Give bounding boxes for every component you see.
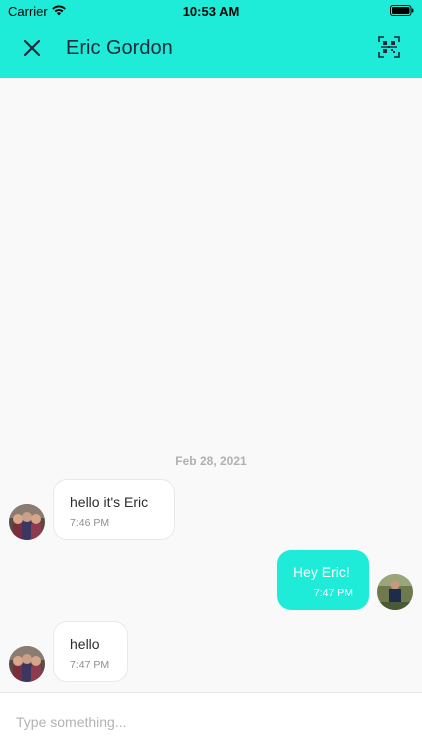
status-bar: Carrier 10:53 AM bbox=[0, 0, 422, 22]
battery-icon bbox=[390, 5, 414, 16]
close-button[interactable] bbox=[20, 36, 44, 60]
qr-code-scan-icon bbox=[378, 36, 400, 58]
message-time: 7:47 PM bbox=[313, 587, 353, 599]
message-text: hello it's Eric bbox=[70, 494, 149, 510]
avatar-image bbox=[9, 504, 45, 540]
message-text: Hey Eric! bbox=[293, 564, 350, 580]
close-icon bbox=[23, 39, 41, 57]
message-text: hello bbox=[70, 636, 100, 652]
message-time: 7:47 PM bbox=[70, 659, 110, 671]
message-input[interactable] bbox=[16, 709, 406, 735]
date-separator: Feb 28, 2021 bbox=[175, 454, 247, 468]
message-composer bbox=[0, 692, 422, 750]
status-time: 10:53 AM bbox=[182, 4, 240, 19]
avatar[interactable] bbox=[377, 574, 413, 610]
message-bubble-outgoing[interactable]: Hey Eric! 7:47 PM bbox=[277, 550, 369, 610]
avatar[interactable] bbox=[9, 504, 45, 540]
message-bubble-incoming[interactable]: hello it's Eric 7:46 PM bbox=[53, 479, 175, 540]
page-title: Eric Gordon bbox=[66, 37, 173, 59]
avatar-image bbox=[377, 574, 413, 610]
avatar[interactable] bbox=[9, 646, 45, 682]
message-time: 7:46 PM bbox=[70, 517, 110, 529]
chat-area[interactable]: Feb 28, 2021 hello it's Eric 7:46 PM Hey… bbox=[0, 78, 422, 692]
message-bubble-incoming[interactable]: hello 7:47 PM bbox=[53, 621, 128, 682]
app-header: Carrier 10:53 AM Eric Gordon bbox=[0, 0, 422, 78]
avatar-image bbox=[9, 646, 45, 682]
qr-scan-button[interactable] bbox=[378, 36, 400, 58]
